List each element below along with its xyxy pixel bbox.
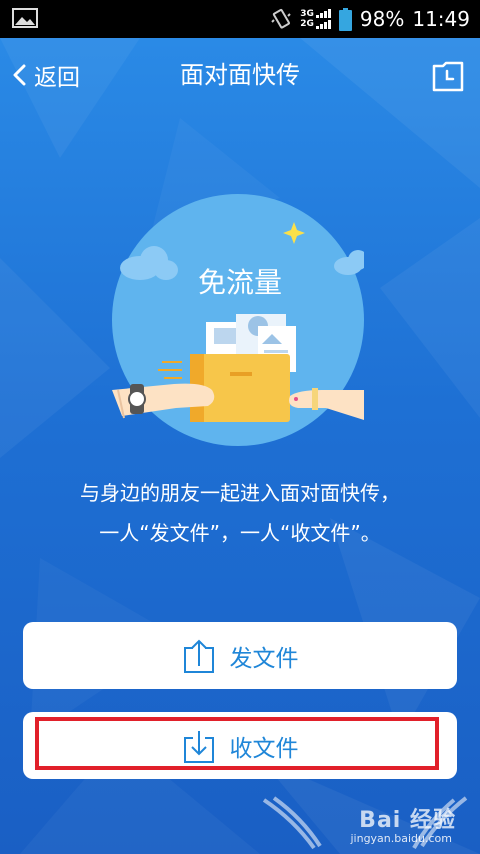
- network-2g-label: 2G: [300, 19, 314, 29]
- battery-percent: 98%: [359, 7, 405, 31]
- description-line-1: 与身边的朋友一起进入面对面快传，: [80, 481, 400, 505]
- description: 与身边的朋友一起进入面对面快传， 一人“发文件”，一人“收文件”。: [0, 473, 480, 553]
- hero-illustration: 免流量: [112, 194, 364, 446]
- vibrate-icon: [271, 8, 291, 29]
- network-3g-label: 3G: [300, 9, 314, 19]
- battery-icon: [338, 7, 352, 31]
- signal-icon: 3G 2G: [300, 9, 331, 29]
- watermark-url: jingyan.baidu.com: [350, 832, 452, 845]
- gallery-icon: [12, 8, 38, 28]
- history-icon[interactable]: [430, 58, 466, 94]
- watermark: Bai 经验 jingyan.baidu.com: [254, 790, 474, 850]
- clock: 11:49: [412, 7, 470, 31]
- upload-icon: [183, 639, 214, 673]
- send-file-button[interactable]: 发文件: [23, 622, 457, 689]
- send-file-label: 发文件: [229, 645, 299, 672]
- app-screen: 返回 面对面快传 免流量 与身边的朋友一起进入面对面快传， 一人“发文件”，一人…: [0, 38, 480, 854]
- page-title: 面对面快传: [180, 61, 300, 89]
- description-line-2: 一人“发文件”，一人“收文件”。: [99, 521, 381, 545]
- receive-file-label: 收文件: [229, 735, 299, 762]
- status-bar: 3G 2G 98% 11:49: [0, 0, 480, 38]
- watermark-brand: Bai 经验: [359, 808, 456, 833]
- hero-badge-text: 免流量: [198, 266, 282, 299]
- receive-file-button[interactable]: 收文件: [23, 712, 457, 779]
- download-icon: [183, 730, 214, 763]
